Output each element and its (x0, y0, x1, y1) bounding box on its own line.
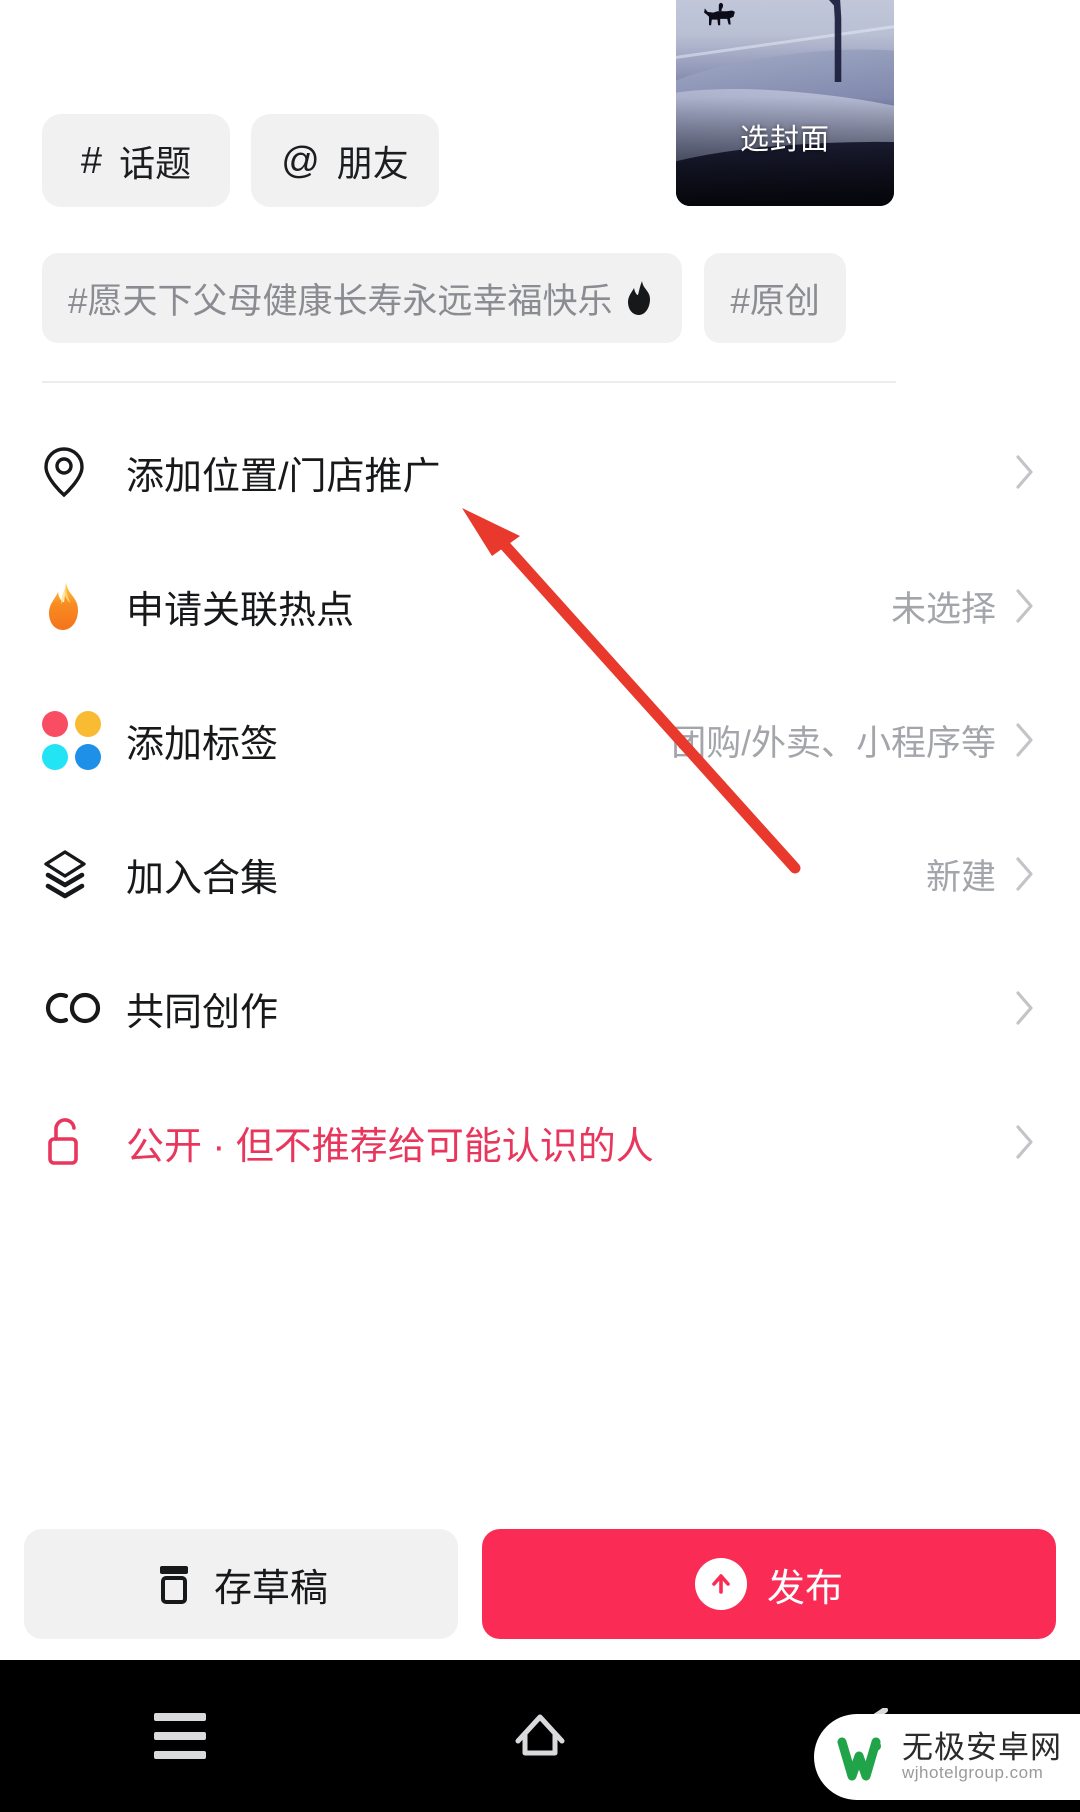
chevron-right-icon (1012, 990, 1038, 1026)
publish-label: 发布 (766, 1567, 843, 1610)
topic-suggestion-row[interactable]: #愿天下父母健康长寿永远幸福快乐 #原创 (42, 253, 1080, 343)
topic-suggestion-text: #愿天下父母健康长寿永远幸福快乐 (68, 281, 613, 321)
flame-icon (628, 281, 651, 315)
settings-list: 添加位置/门店推广 申请关联热点 未选择 添加标签 团购/外卖、小程序等 加入合… (0, 405, 1080, 1209)
chevron-right-icon (1012, 722, 1038, 758)
horse-rider-silhouette (704, 3, 736, 26)
hash-icon: # (80, 139, 103, 182)
settings-row-label: 申请关联热点 (126, 589, 355, 632)
watermark-cn-text: 无极安卓网 (902, 1729, 1062, 1765)
settings-row-collection[interactable]: 加入合集 新建 (0, 807, 1080, 941)
watermark-logo-icon (837, 1737, 881, 1781)
settings-row-value: 新建 (925, 857, 996, 897)
settings-row-label: 添加标签 (126, 723, 279, 766)
settings-row-label: 加入合集 (126, 857, 279, 900)
settings-row-cocreate[interactable]: 共同创作 (0, 941, 1080, 1075)
topic-chip-button[interactable]: # 话题 (42, 114, 230, 207)
topic-chip-label: 话题 (119, 142, 192, 184)
friend-chip-label: 朋友 (336, 142, 409, 184)
friend-chip-button[interactable]: @ 朋友 (251, 114, 439, 207)
settings-row-tags[interactable]: 添加标签 团购/外卖、小程序等 (0, 673, 1080, 807)
unlock-icon (42, 1115, 104, 1169)
chevron-right-icon (1012, 1124, 1038, 1160)
settings-row-label: 共同创作 (126, 991, 279, 1034)
publish-button[interactable]: 发布 (482, 1529, 1056, 1639)
topic-suggestion-item[interactable]: #原创 (704, 253, 846, 343)
at-icon: @ (281, 139, 320, 182)
settings-row-privacy[interactable]: 公开 · 但不推荐给可能认识的人 (0, 1075, 1080, 1209)
save-draft-label: 存草稿 (213, 1567, 328, 1610)
settings-row-value: 团购/外卖、小程序等 (671, 723, 996, 763)
menu-icon[interactable] (0, 1713, 360, 1759)
settings-row-label: 公开 · 但不推荐给可能认识的人 (126, 1125, 654, 1168)
bare-tree-silhouette (828, 0, 842, 82)
watermark-en-text: wjhotelgroup.com (902, 1763, 1044, 1783)
location-pin-icon (42, 446, 104, 498)
publish-arrow-icon (694, 1558, 747, 1610)
settings-row-hotspot[interactable]: 申请关联热点 未选择 (0, 539, 1080, 673)
layers-icon (42, 848, 104, 900)
site-watermark: 无极安卓网 wjhotelgroup.com (814, 1714, 1080, 1800)
chevron-right-icon (1012, 588, 1038, 624)
chevron-right-icon (1012, 856, 1038, 892)
cover-label: 选封面 (739, 124, 830, 156)
topic-suggestion-text: #原创 (730, 281, 820, 321)
cover-thumbnail[interactable]: 选封面 (676, 0, 894, 206)
section-divider (42, 381, 896, 383)
settings-row-label: 添加位置/门店推广 (126, 455, 441, 498)
settings-row-location[interactable]: 添加位置/门店推广 (0, 405, 1080, 539)
topic-suggestion-item[interactable]: #愿天下父母健康长寿永远幸福快乐 (42, 253, 683, 343)
save-draft-button[interactable]: 存草稿 (24, 1529, 458, 1639)
flame-icon (42, 580, 104, 632)
settings-row-value: 未选择 (890, 589, 996, 629)
four-dots-icon (42, 710, 104, 770)
home-icon[interactable] (360, 1705, 720, 1767)
chevron-right-icon (1012, 454, 1038, 490)
quick-action-row: # 话题 @ 朋友 (42, 114, 439, 207)
co-create-icon (42, 987, 104, 1029)
draft-box-icon (159, 1566, 188, 1604)
android-navigation-bar: 无极安卓网 wjhotelgroup.com (0, 1660, 1080, 1812)
footer-actions: 存草稿 发布 (0, 1508, 1080, 1660)
